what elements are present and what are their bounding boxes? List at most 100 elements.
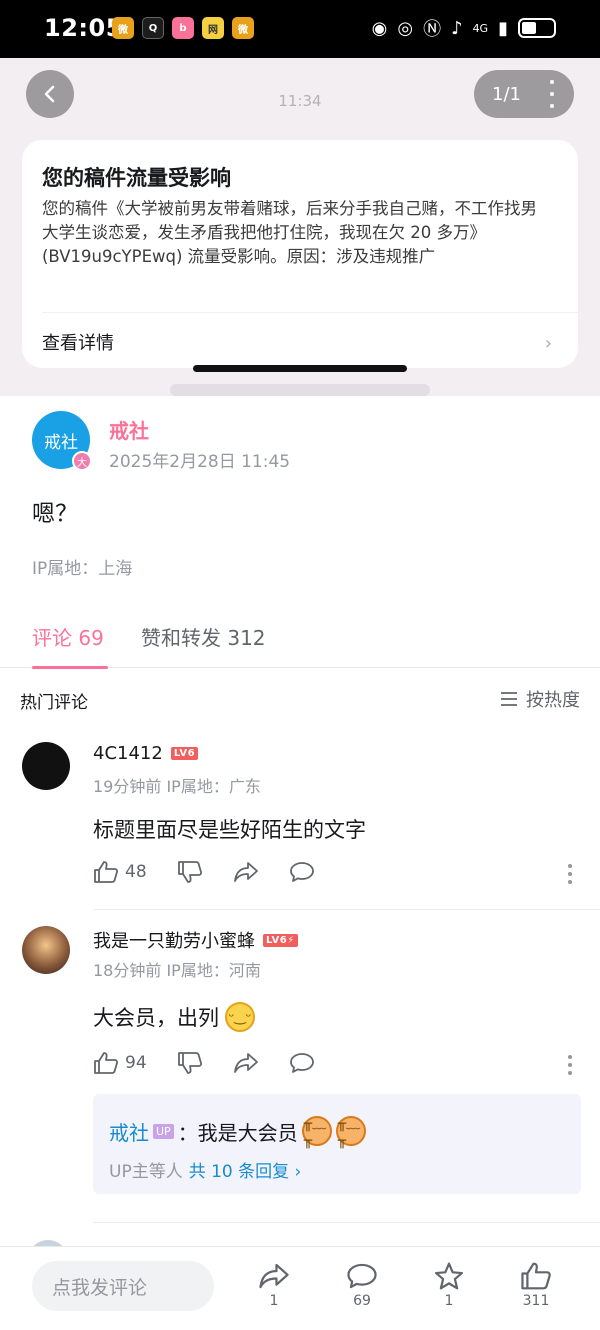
- dislike-button[interactable]: [177, 860, 203, 884]
- chevron-right-icon: ›: [544, 333, 552, 354]
- share-button[interactable]: [233, 860, 259, 884]
- like-button[interactable]: 94: [93, 1051, 147, 1075]
- level-badge: LV6: [170, 747, 199, 760]
- system-icons: ◉ ◎ Ⓝ ♪ 4G ▮: [372, 15, 556, 41]
- reply-author[interactable]: 戒社: [109, 1117, 149, 1146]
- commenter-avatar[interactable]: [22, 926, 70, 974]
- smile-emoji-icon: ᵕ‿ᵕ: [225, 1002, 255, 1032]
- reply-more: UP主等人共 10 条回复 ›: [109, 1157, 301, 1182]
- comment-item: 我是一只勤劳小蜜蜂 LV6⚡ 18分钟前 IP属地：河南 大会员，出列 ᵕ‿ᵕ …: [0, 910, 600, 1226]
- mute-icon: ♪: [451, 17, 463, 39]
- comment-actions: 48: [93, 860, 345, 884]
- sort-button[interactable]: 按热度: [500, 686, 580, 712]
- comment-actions: 94: [93, 1051, 345, 1075]
- favorite-button[interactable]: 1: [419, 1261, 479, 1309]
- comment-item: 4C1412 LV6 19分钟前 IP属地：广东 标题里面尽是些好陌生的文字 4…: [0, 722, 600, 910]
- comment-meta: 19分钟前 IP属地：广东: [93, 777, 261, 796]
- comment-meta: 18分钟前 IP属地：河南: [93, 961, 261, 980]
- share-count: 1: [269, 1293, 279, 1309]
- crying-emoji-icon: ╥﹏╥: [301, 1116, 332, 1149]
- post-tabs: 评论 69 赞和转发 312: [0, 622, 600, 669]
- view-details-link[interactable]: 查看详情: [42, 329, 114, 355]
- status-bar: 12:05 微 Q b 网 微 ◉ ◎ Ⓝ ♪ 4G ▮: [0, 0, 600, 58]
- home-indicator: [193, 365, 407, 372]
- post-author[interactable]: 戒社: [109, 415, 149, 444]
- page-indicator-button[interactable]: 1/1: [474, 70, 574, 118]
- bilibili-app-icon: b: [172, 17, 194, 39]
- comments-button[interactable]: 69: [332, 1261, 392, 1309]
- commenter-name[interactable]: 4C1412 LV6: [93, 743, 199, 764]
- sort-icon: [501, 692, 517, 706]
- eye-icon: ◎: [397, 17, 414, 39]
- favorite-count: 1: [444, 1293, 454, 1309]
- vip-badge-icon: 大: [72, 451, 92, 471]
- like-count: 311: [522, 1293, 550, 1309]
- tab-underline: [32, 666, 108, 669]
- share-icon: [233, 862, 258, 882]
- comment-text: 标题里面尽是些好陌生的文字: [93, 818, 366, 842]
- comment-icon: [289, 862, 314, 882]
- battery-icon: [518, 18, 556, 38]
- crying-emoji-icon: ╥﹏╥: [335, 1116, 366, 1149]
- reply-more-prefix: UP主等人: [109, 1162, 183, 1182]
- reply-button[interactable]: [289, 860, 315, 884]
- notice-title: 您的稿件流量受影响: [42, 166, 231, 190]
- notice-divider: [42, 312, 578, 313]
- news-app-icon: 网: [202, 17, 224, 39]
- view-replies-link[interactable]: 共 10 条回复 ›: [189, 1162, 302, 1182]
- tab-comments[interactable]: 评论 69: [32, 622, 104, 651]
- reply-button[interactable]: [289, 1051, 315, 1075]
- comment-icon: [347, 1263, 377, 1289]
- page-indicator: 1/1: [492, 83, 521, 105]
- notice-overlay: 11:34 1/1 您的稿件流量受影响 您的稿件《大学被前男友带着赌球，后来分手…: [0, 58, 600, 396]
- weibo-app-icon-2: 微: [232, 17, 254, 39]
- tab-likes-reposts[interactable]: 赞和转发 312: [141, 622, 266, 651]
- sort-label: 按热度: [526, 690, 580, 711]
- level-badge: LV6⚡: [263, 933, 298, 947]
- commenter-name-text: 4C1412: [93, 743, 163, 764]
- like-button[interactable]: 48: [93, 860, 147, 884]
- more-icon: [550, 80, 554, 108]
- thumbs-up-icon: [94, 1052, 119, 1074]
- notification-icons: 微 Q b 网 微: [112, 17, 254, 39]
- qq-app-icon: Q: [142, 17, 164, 39]
- commenter-name-text: 我是一只勤劳小蜜蜂: [93, 931, 255, 952]
- network-label: 4G: [472, 21, 489, 35]
- reply-preview[interactable]: 戒社 UP ：我是大会员 ╥﹏╥ ╥﹏╥ UP主等人共 10 条回复 ›: [93, 1094, 581, 1194]
- commenter-avatar[interactable]: [22, 742, 70, 790]
- share-button[interactable]: 1: [244, 1261, 304, 1309]
- comment-icon: [289, 1053, 314, 1073]
- dislike-button[interactable]: [177, 1051, 203, 1075]
- like-count: 94: [125, 1053, 147, 1073]
- star-icon: [434, 1262, 464, 1290]
- reply-line: 戒社 UP ：我是大会员 ╥﹏╥ ╥﹏╥: [109, 1116, 366, 1149]
- card-shadow: [170, 384, 430, 396]
- notice-body: 您的稿件《大学被前男友带着赌球，后来分手我自己赌，不工作找男大学生谈恋爱，发生矛…: [42, 199, 537, 266]
- post-ip: IP属地：上海: [32, 559, 133, 579]
- comment-input[interactable]: 点我发评论: [32, 1261, 214, 1311]
- thumbs-up-icon: [521, 1262, 551, 1290]
- next-comment-peek: [0, 1226, 600, 1248]
- comment-text: 大会员，出列 ᵕ‿ᵕ: [93, 1002, 255, 1032]
- more-options-icon[interactable]: [568, 864, 572, 884]
- nfc-icon: Ⓝ: [423, 19, 442, 40]
- commenter-name[interactable]: 我是一只勤劳小蜜蜂 LV6⚡: [93, 927, 298, 953]
- up-tag: UP: [153, 1123, 174, 1139]
- hot-comments-header: 热门评论 按热度: [0, 672, 600, 722]
- post-time: 2025年2月28日 11:45: [109, 452, 291, 472]
- share-button[interactable]: [233, 1051, 259, 1075]
- more-options-icon[interactable]: [568, 1055, 572, 1075]
- like-count: 48: [125, 862, 147, 882]
- comment-text-content: 大会员，出列: [93, 1006, 219, 1030]
- signal-icon: ▮: [498, 17, 508, 39]
- post-content: 嗯？: [32, 501, 78, 527]
- bottom-bar: 点我发评论 1 69 1 311: [0, 1246, 600, 1330]
- hot-comments-title: 热门评论: [20, 693, 88, 713]
- comment-count: 69: [353, 1293, 371, 1309]
- reply-text: ：我是大会员: [177, 1120, 298, 1145]
- like-button[interactable]: 311: [506, 1261, 566, 1309]
- share-icon: [259, 1263, 289, 1289]
- hd-icon: ◉: [371, 17, 388, 39]
- notice-card[interactable]: 您的稿件流量受影响 您的稿件《大学被前男友带着赌球，后来分手我自己赌，不工作找男…: [22, 140, 578, 368]
- weibo-app-icon: 微: [112, 17, 134, 39]
